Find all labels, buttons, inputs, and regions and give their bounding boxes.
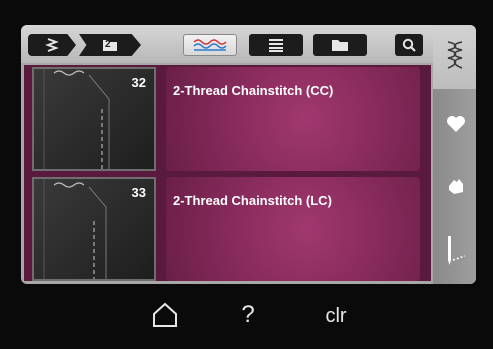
stitch-category-button[interactable] (183, 34, 237, 56)
home-icon (153, 302, 177, 327)
stitch-number: 33 (131, 185, 146, 200)
stitch-list: 32 2-Thread Chainstitch (CC) 33 2-Thread… (24, 65, 431, 281)
sidebar-tab-needle[interactable] (445, 233, 467, 267)
stitch-name: 2-Thread Chainstitch (LC) (173, 193, 332, 208)
stitch-number: 32 (131, 75, 146, 90)
heart-icon (447, 116, 465, 132)
breadcrumb-stitch-menu[interactable] (28, 34, 76, 56)
list-view-button[interactable] (249, 34, 303, 56)
clear-button[interactable]: clr (316, 301, 356, 331)
list-icon (269, 39, 283, 52)
breadcrumb-folder-number: 2 (105, 39, 111, 50)
breadcrumb-folder[interactable]: 2 (79, 34, 141, 56)
stitch-description[interactable]: 2-Thread Chainstitch (LC) (166, 177, 420, 281)
search-button[interactable] (395, 34, 423, 56)
search-icon (402, 38, 416, 52)
sidebar-tab-favorites[interactable] (445, 113, 467, 135)
needle-icon (448, 236, 466, 265)
home-button[interactable] (150, 300, 180, 330)
help-button[interactable]: ? (236, 299, 260, 331)
stitch-pattern-icon (442, 39, 468, 71)
stitch-row[interactable]: 33 2-Thread Chainstitch (LC) (24, 175, 431, 284)
stitch-menu-icon (45, 38, 59, 52)
stitch-thumbnail[interactable]: 32 (32, 67, 156, 171)
stitch-thumbnail[interactable]: 33 (32, 177, 156, 281)
stitch-wave-icon (193, 39, 227, 51)
stitch-name: 2-Thread Chainstitch (CC) (173, 83, 334, 98)
stitch-description[interactable]: 2-Thread Chainstitch (CC) (166, 67, 420, 171)
stitch-selection-screen: 2 32 2-Thread Chainstitch (CC) 33 2-Thre… (21, 25, 476, 284)
sidebar-tab-stitches[interactable] (433, 25, 476, 89)
folder-view-button[interactable] (313, 34, 367, 56)
sidebar-tab-personal[interactable] (445, 173, 467, 197)
top-toolbar: 2 (21, 25, 476, 63)
hand-icon (449, 179, 463, 194)
stitch-row[interactable]: 32 2-Thread Chainstitch (CC) (24, 65, 431, 175)
folder-icon (332, 40, 348, 51)
